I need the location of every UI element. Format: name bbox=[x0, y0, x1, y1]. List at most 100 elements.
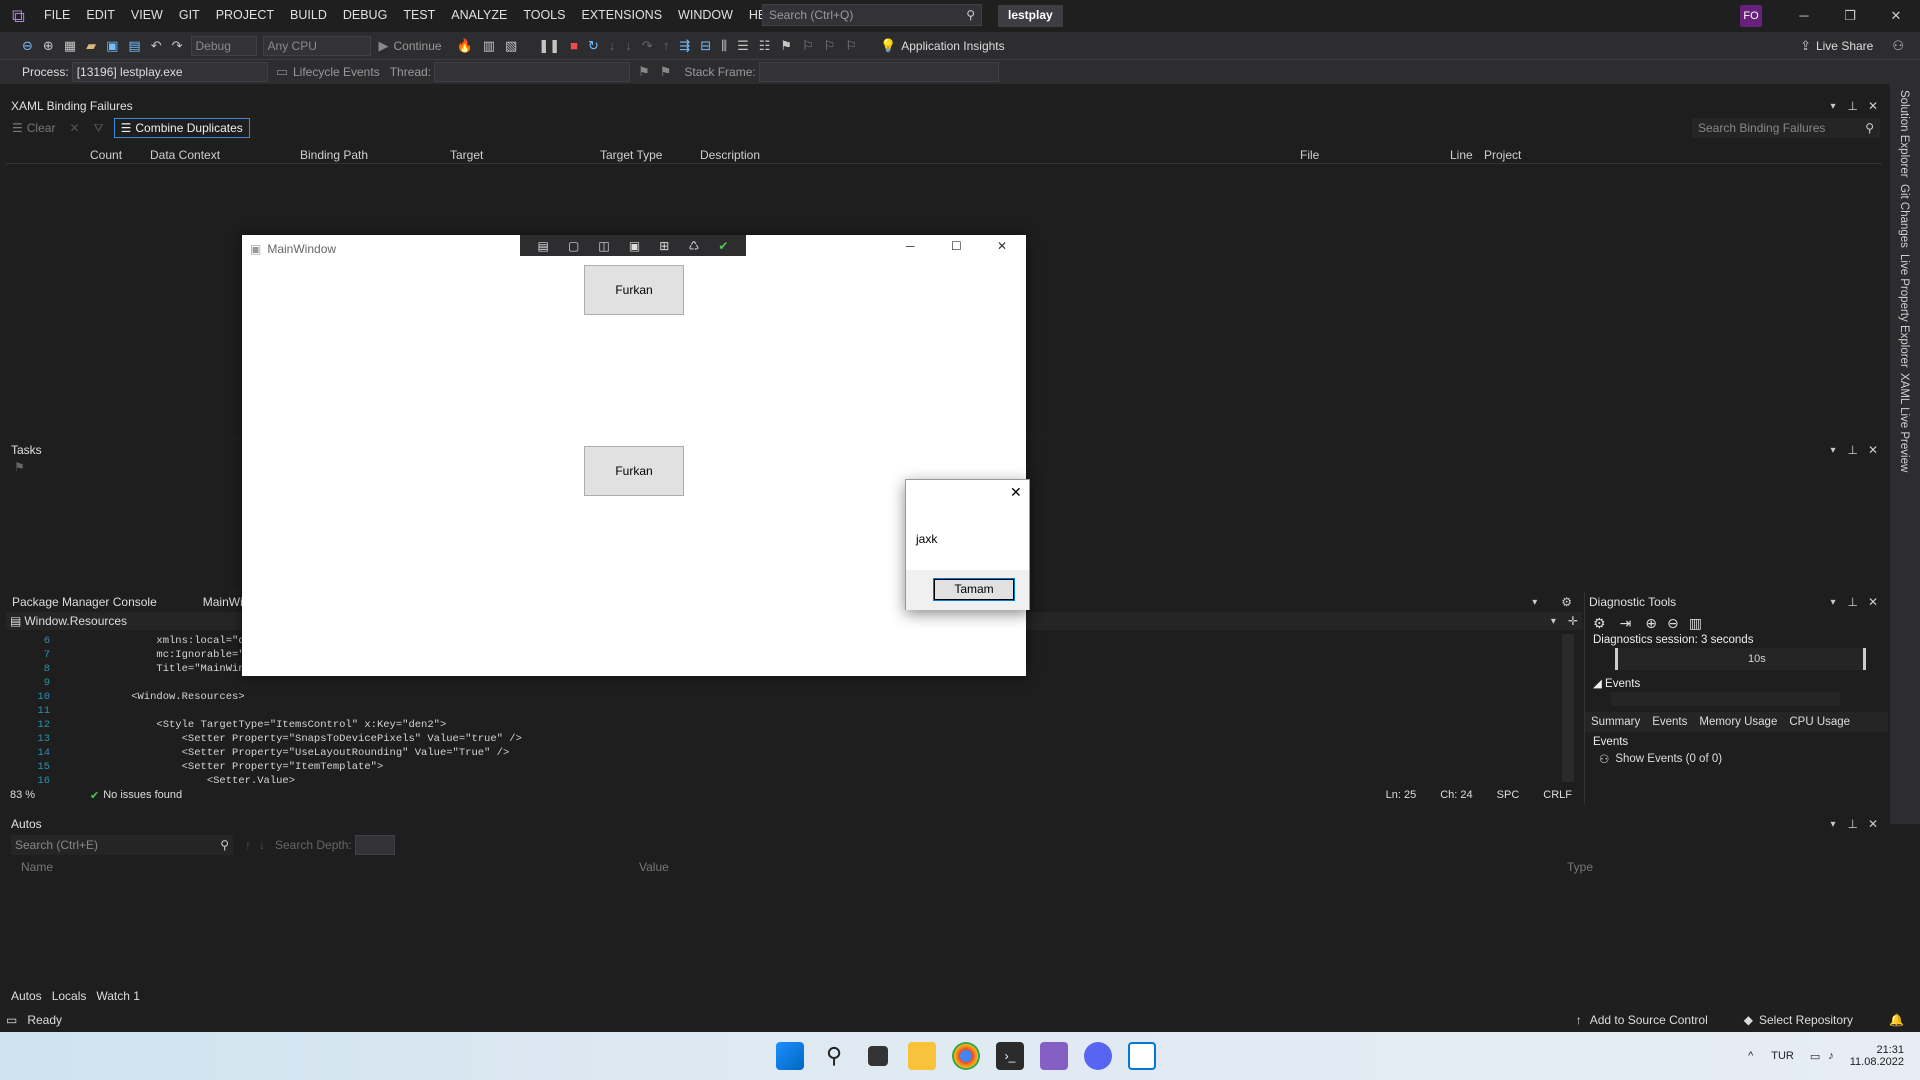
step-over-icon[interactable]: ↓ bbox=[625, 38, 632, 53]
tab-xaml-live-preview[interactable]: XAML Live Preview bbox=[1898, 373, 1910, 472]
hot-reload-binding-icon[interactable]: ♺ bbox=[688, 239, 699, 253]
clear-button[interactable]: Clear bbox=[27, 121, 56, 135]
save-all-icon[interactable]: ▤ bbox=[128, 38, 140, 54]
new-project-icon[interactable]: ▦ bbox=[64, 38, 76, 54]
open-icon[interactable]: ▰ bbox=[86, 38, 96, 54]
browse-icon[interactable]: ▥ bbox=[483, 38, 495, 54]
search-input[interactable]: Search (Ctrl+Q) ⚲ bbox=[762, 4, 982, 26]
panel-close-icon[interactable]: ✕ bbox=[1868, 99, 1878, 113]
tab-package-manager-console[interactable]: Package Manager Console bbox=[6, 595, 163, 609]
continue-button[interactable]: Continue bbox=[394, 39, 442, 53]
menu-project[interactable]: PROJECT bbox=[208, 8, 282, 22]
col-line[interactable]: Line bbox=[1450, 148, 1473, 162]
solution-name[interactable]: lestplay bbox=[998, 5, 1063, 27]
whitespace-mode[interactable]: SPC bbox=[1497, 789, 1520, 801]
save-icon[interactable]: ▣ bbox=[106, 38, 118, 54]
step-out-icon[interactable]: ↑ bbox=[663, 38, 670, 53]
menu-file[interactable]: FILE bbox=[36, 8, 78, 22]
events-section-header[interactable]: ◢ Events bbox=[1585, 670, 1888, 690]
file-explorer-icon[interactable] bbox=[908, 1042, 936, 1070]
bookmark-prev-icon[interactable]: ⚐ bbox=[802, 38, 814, 54]
lifecycle-events-select[interactable]: Lifecycle Events bbox=[293, 65, 380, 79]
panel-dropdown-icon[interactable]: ▾ bbox=[1830, 819, 1835, 830]
tab-live-property-explorer[interactable]: Live Property Explorer bbox=[1898, 254, 1910, 368]
indent-icon[interactable]: ☰ bbox=[737, 38, 749, 54]
avatar[interactable]: FO bbox=[1740, 5, 1762, 27]
col-value[interactable]: Value bbox=[639, 860, 669, 874]
wpf-app-icon[interactable] bbox=[1128, 1042, 1156, 1070]
select-element-icon[interactable]: ▢ bbox=[568, 239, 579, 253]
show-events-link[interactable]: ⚇ Show Events (0 of 0) bbox=[1585, 752, 1888, 766]
menu-build[interactable]: BUILD bbox=[282, 8, 335, 22]
panel-close-icon[interactable]: ✕ bbox=[1868, 817, 1878, 831]
menu-debug[interactable]: DEBUG bbox=[335, 8, 395, 22]
tab-git-changes[interactable]: Git Changes bbox=[1898, 184, 1910, 248]
panel-close-icon[interactable]: ✕ bbox=[1868, 595, 1878, 609]
scope-dropdown-icon[interactable]: ▾ bbox=[1551, 616, 1556, 627]
menu-git[interactable]: GIT bbox=[171, 8, 208, 22]
hot-reload-icon[interactable]: 🔥 bbox=[457, 38, 473, 54]
diag-settings-icon[interactable]: ⚙ bbox=[1593, 615, 1606, 632]
task-view-icon[interactable] bbox=[868, 1046, 888, 1066]
search-depth-select[interactable] bbox=[354, 835, 395, 855]
stack-frame-select[interactable] bbox=[758, 62, 999, 82]
thread-select[interactable] bbox=[434, 62, 631, 82]
continue-icon[interactable]: ▶ bbox=[379, 38, 389, 54]
issues-status[interactable]: No issues found bbox=[103, 789, 182, 801]
col-type[interactable]: Type bbox=[1567, 860, 1593, 874]
col-binding-path[interactable]: Binding Path bbox=[300, 148, 368, 162]
columns-icon[interactable]: ⫼ bbox=[721, 38, 727, 54]
minimize-icon[interactable]: ─ bbox=[1781, 0, 1827, 32]
feedback-icon[interactable]: ⚇ bbox=[1892, 38, 1904, 54]
col-name[interactable]: Name bbox=[21, 860, 53, 874]
close-icon[interactable]: ✕ bbox=[1873, 0, 1919, 32]
bookmark-icon[interactable]: ⚑ bbox=[780, 38, 792, 54]
col-description[interactable]: Description bbox=[700, 148, 760, 162]
col-data-context[interactable]: Data Context bbox=[150, 148, 220, 162]
tab-locals[interactable]: Locals bbox=[47, 989, 92, 1003]
panel-dropdown-icon[interactable]: ▾ bbox=[1830, 445, 1835, 456]
tab-solution-explorer[interactable]: Solution Explorer bbox=[1898, 90, 1910, 178]
menu-edit[interactable]: EDIT bbox=[78, 8, 122, 22]
search-down-icon[interactable]: ↓ bbox=[259, 838, 265, 852]
tab-autos[interactable]: Autos bbox=[6, 989, 47, 1003]
col-target-type[interactable]: Target Type bbox=[600, 148, 662, 162]
back-icon[interactable]: ⊖ bbox=[22, 38, 33, 54]
scope-select[interactable]: Window.Resources bbox=[24, 614, 127, 628]
chrome-icon[interactable] bbox=[952, 1042, 980, 1070]
thread-icon[interactable]: ⊟ bbox=[700, 38, 711, 54]
tab-events[interactable]: Events bbox=[1652, 716, 1687, 728]
hot-path-icon[interactable]: ⇶ bbox=[679, 38, 690, 54]
undo-icon[interactable]: ↶ bbox=[151, 38, 162, 54]
minimize-icon[interactable]: ─ bbox=[906, 239, 915, 253]
live-share-button[interactable]: Live Share bbox=[1816, 39, 1873, 53]
panel-dropdown-icon[interactable]: ▾ bbox=[1830, 597, 1835, 608]
tab-dropdown-icon[interactable]: ▾ bbox=[1532, 597, 1537, 608]
platform-select[interactable]: Any CPU bbox=[262, 35, 371, 56]
restore-icon[interactable]: ❐ bbox=[1827, 0, 1873, 32]
tray-overflow-icon[interactable]: ^ bbox=[1748, 1050, 1753, 1062]
go-to-live-visual-tree-icon[interactable]: ▤ bbox=[538, 239, 549, 253]
select-repository-button[interactable]: Select Repository bbox=[1759, 1013, 1853, 1027]
menu-analyze[interactable]: ANALYZE bbox=[443, 8, 515, 22]
add-to-source-control-button[interactable]: Add to Source Control bbox=[1590, 1013, 1708, 1027]
search-icon[interactable]: ⚲ bbox=[820, 1042, 848, 1070]
diag-export-icon[interactable]: ⇥ bbox=[1620, 615, 1632, 632]
combine-duplicates-button[interactable]: ☰ Combine Duplicates bbox=[113, 118, 250, 138]
furkan-button-1[interactable]: Furkan bbox=[584, 265, 684, 315]
process-select[interactable]: [13196] lestplay.exe bbox=[71, 62, 268, 82]
forward-icon[interactable]: ⊕ bbox=[43, 38, 54, 54]
search-up-icon[interactable]: ↑ bbox=[245, 838, 251, 852]
pin-icon[interactable]: ⊥ bbox=[1847, 817, 1857, 831]
settings-gear-icon[interactable]: ⚙ bbox=[1561, 595, 1572, 609]
application-insights-button[interactable]: Application Insights bbox=[901, 39, 1004, 53]
remove-icon[interactable]: ✕ bbox=[69, 121, 79, 135]
bookmark-clear-icon[interactable]: ⚐ bbox=[845, 38, 857, 54]
step-into-icon[interactable]: ↓ bbox=[609, 38, 616, 53]
stop-icon[interactable]: ■ bbox=[570, 38, 578, 53]
col-project[interactable]: Project bbox=[1484, 148, 1521, 162]
step-back-icon[interactable]: ↷ bbox=[642, 38, 653, 54]
clock[interactable]: 21:31 11.08.2022 bbox=[1850, 1044, 1904, 1068]
col-target[interactable]: Target bbox=[450, 148, 483, 162]
bookmark-next-icon[interactable]: ⚐ bbox=[824, 38, 836, 54]
